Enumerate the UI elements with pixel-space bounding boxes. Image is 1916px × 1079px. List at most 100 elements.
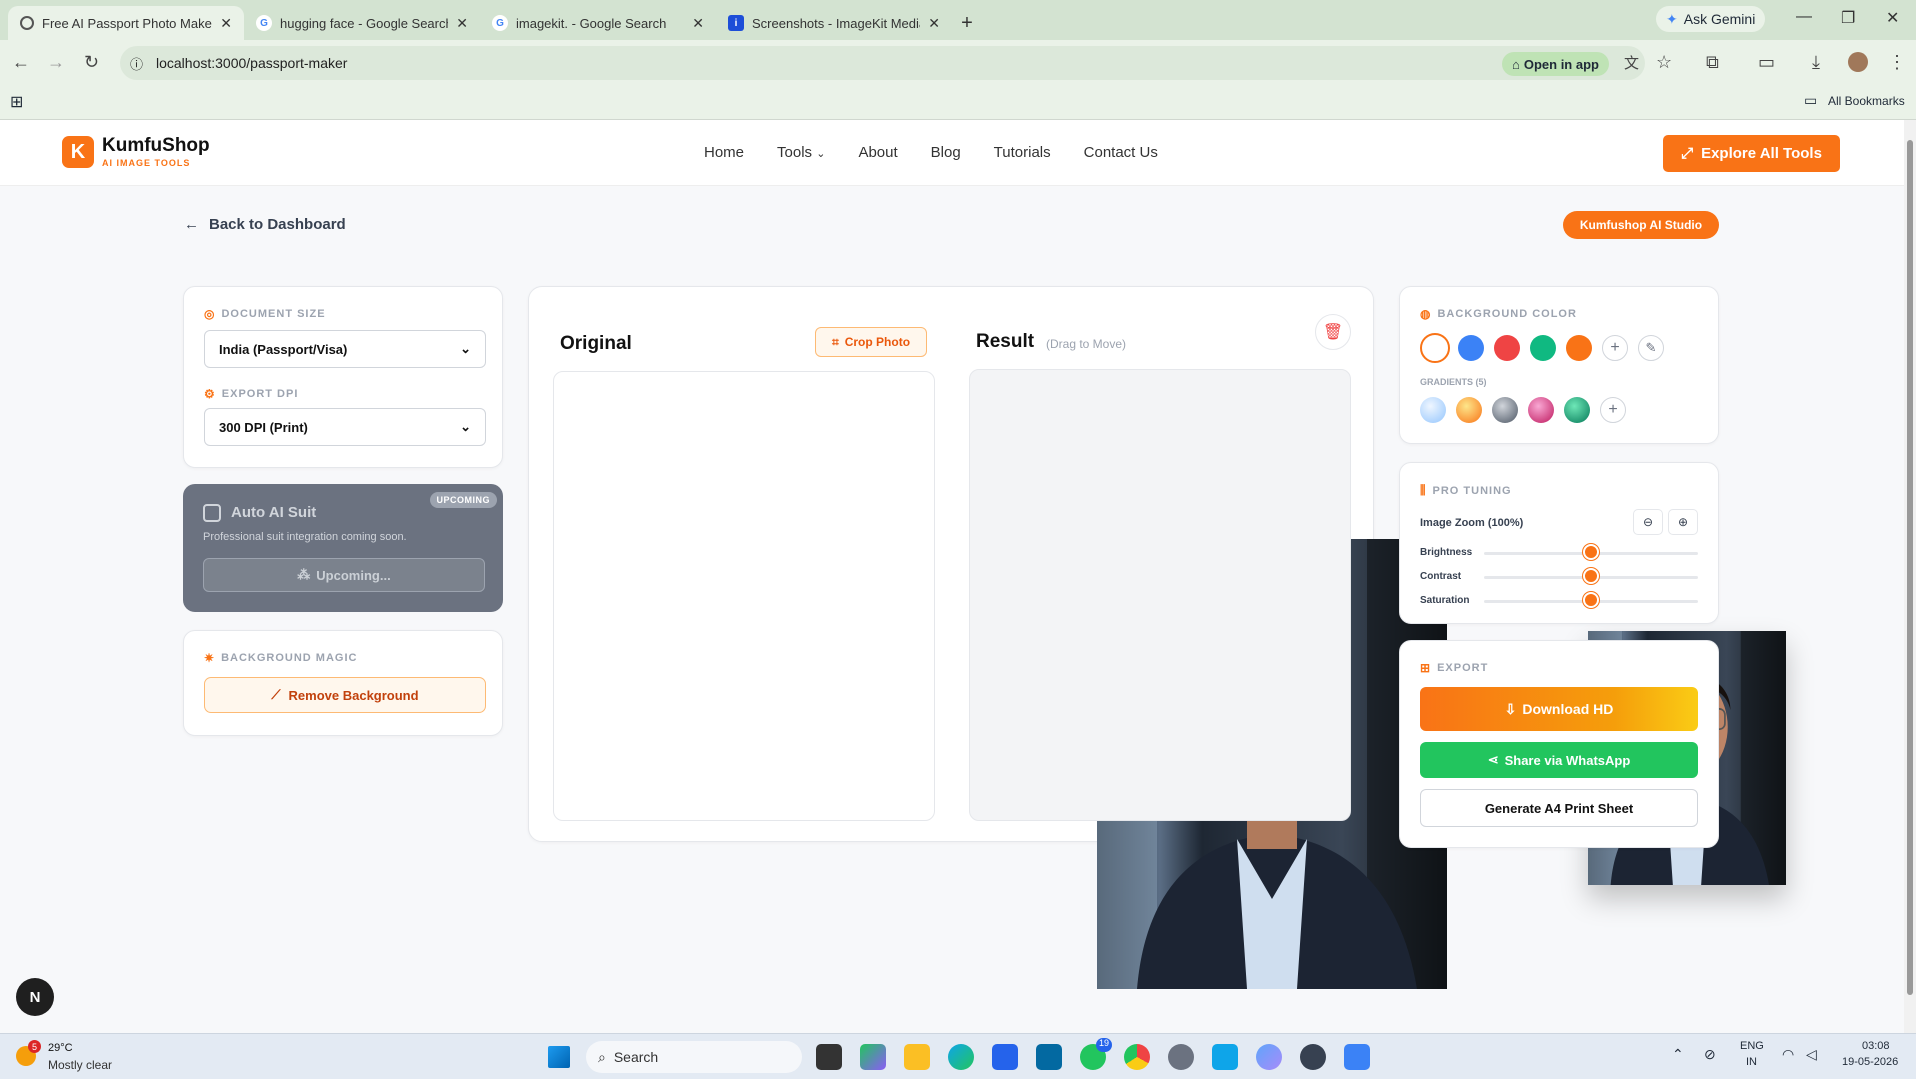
clock-time[interactable]: 03:08 xyxy=(1862,1040,1890,1052)
outlook-icon[interactable] xyxy=(1036,1044,1062,1070)
minimize-icon[interactable]: — xyxy=(1796,8,1812,26)
close-window-icon[interactable]: ✕ xyxy=(1886,8,1899,28)
gradient-blue[interactable] xyxy=(1420,397,1446,423)
saturation-label: Saturation xyxy=(1420,595,1470,606)
wifi-icon[interactable]: ◠ xyxy=(1782,1046,1794,1063)
windows-start-icon[interactable] xyxy=(548,1046,570,1068)
store-icon[interactable] xyxy=(992,1044,1018,1070)
nav-tools[interactable]: Tools ⌄ xyxy=(777,144,825,161)
site-info-icon[interactable]: ⓘ xyxy=(130,54,143,73)
color-red[interactable] xyxy=(1494,335,1520,361)
brightness-knob[interactable] xyxy=(1583,544,1599,560)
contrast-label: Contrast xyxy=(1420,571,1462,582)
wand-icon: ⁂ xyxy=(297,567,311,582)
chatgpt-icon[interactable] xyxy=(1300,1044,1326,1070)
reload-icon[interactable]: ↻ xyxy=(84,52,99,73)
tab-hugging-face[interactable]: G hugging face - Google Search ✕ xyxy=(244,6,480,40)
edge-icon[interactable] xyxy=(948,1044,974,1070)
apps-grid-icon[interactable]: ⊞ xyxy=(10,92,23,112)
add-color-button[interactable]: + xyxy=(1602,335,1628,361)
app-icon: ⌂ xyxy=(1512,56,1520,72)
magic-icon: ✷ xyxy=(204,651,216,665)
gradient-gray[interactable] xyxy=(1492,397,1518,423)
back-to-dashboard-link[interactable]: ← Back to Dashboard xyxy=(184,216,346,233)
file-explorer-icon[interactable] xyxy=(904,1044,930,1070)
crop-photo-button[interactable]: ⌗ Crop Photo xyxy=(815,327,927,357)
gradient-pink[interactable] xyxy=(1528,397,1554,423)
tab-imagekit-media[interactable]: i Screenshots - ImageKit Media L ✕ xyxy=(716,6,952,40)
all-bookmarks-link[interactable]: All Bookmarks xyxy=(1828,94,1905,108)
nav-blog[interactable]: Blog xyxy=(931,144,961,161)
bookmark-star-icon[interactable]: ☆ xyxy=(1656,52,1672,73)
zoom-out-button[interactable]: ⊖ xyxy=(1633,509,1663,535)
gradient-amber[interactable] xyxy=(1456,397,1482,423)
network-off-icon[interactable]: ⊘ xyxy=(1704,1046,1716,1063)
remove-background-button[interactable]: ⟋ Remove Background xyxy=(204,677,486,713)
download-hd-button[interactable]: ⇩ Download HD xyxy=(1420,687,1698,731)
color-green[interactable] xyxy=(1530,335,1556,361)
ask-gemini-button[interactable]: ✦ Ask Gemini xyxy=(1656,6,1766,32)
add-gradient-button[interactable]: + xyxy=(1600,397,1626,423)
tray-chevron-icon[interactable]: ⌃ xyxy=(1672,1046,1684,1063)
nav-tutorials[interactable]: Tutorials xyxy=(994,144,1051,161)
studio-badge: Kumfushop AI Studio xyxy=(1563,211,1719,239)
tab-imagekit-search[interactable]: G imagekit. - Google Search ✕ xyxy=(480,6,716,40)
paint-icon[interactable] xyxy=(1344,1044,1370,1070)
contrast-knob[interactable] xyxy=(1583,568,1599,584)
close-icon[interactable]: ✕ xyxy=(928,15,940,32)
logo[interactable]: K xyxy=(62,136,94,168)
new-tab-button[interactable]: + xyxy=(952,6,982,40)
scroll-thumb[interactable] xyxy=(1907,140,1913,995)
nav-contact[interactable]: Contact Us xyxy=(1084,144,1158,161)
explore-all-tools-button[interactable]: ⤢ Explore All Tools xyxy=(1663,135,1840,172)
url-input[interactable]: ⓘ localhost:3000/passport-maker xyxy=(120,46,1645,80)
brand-name[interactable]: KumfuShop xyxy=(102,135,210,157)
gemini-icon[interactable] xyxy=(1256,1044,1282,1070)
vscode-icon[interactable] xyxy=(1212,1044,1238,1070)
close-icon[interactable]: ✕ xyxy=(220,15,232,32)
back-icon[interactable]: ← xyxy=(12,52,30,73)
auto-ai-suit-title: Auto AI Suit xyxy=(231,504,317,521)
gradient-green[interactable] xyxy=(1564,397,1590,423)
a4-print-button[interactable]: Generate A4 Print Sheet xyxy=(1420,789,1698,827)
task-view-icon[interactable] xyxy=(816,1044,842,1070)
nav-home[interactable]: Home xyxy=(704,144,744,161)
color-white[interactable] xyxy=(1420,333,1450,363)
translate-icon[interactable]: 文 xyxy=(1624,52,1639,73)
weather-widget[interactable]: 5 29°C Mostly clear xyxy=(12,1040,132,1074)
volume-icon[interactable]: ◁ xyxy=(1806,1046,1817,1063)
tab-passport-maker[interactable]: Free AI Passport Photo Maker & ✕ xyxy=(8,6,244,40)
nav-about[interactable]: About xyxy=(858,144,897,161)
close-icon[interactable]: ✕ xyxy=(456,15,468,32)
settings-icon[interactable] xyxy=(1168,1044,1194,1070)
color-orange[interactable] xyxy=(1566,335,1592,361)
page-scrollbar[interactable] xyxy=(1904,120,1916,1033)
language-indicator[interactable]: ENG xyxy=(1740,1040,1764,1052)
saturation-knob[interactable] xyxy=(1583,592,1599,608)
close-icon[interactable]: ✕ xyxy=(692,15,704,32)
restore-icon[interactable]: ❐ xyxy=(1841,8,1855,28)
open-in-app-button[interactable]: ⌂ Open in app xyxy=(1502,52,1609,76)
extensions-icon[interactable]: ⧉ xyxy=(1706,52,1719,73)
sidebar-icon[interactable]: ▭ xyxy=(1758,52,1775,73)
arrow-left-icon: ← xyxy=(184,216,199,233)
chrome-icon[interactable] xyxy=(1124,1044,1150,1070)
taskbar-search[interactable]: ⌕ Search xyxy=(586,1041,802,1073)
pro-tuning-heading: ⫼ PRO TUNING xyxy=(1420,483,1512,497)
download-icon[interactable]: ⤓ xyxy=(1812,52,1820,73)
profile-avatar[interactable] xyxy=(1848,52,1868,72)
delete-button[interactable]: 🗑 xyxy=(1315,314,1351,350)
globe-icon xyxy=(20,16,34,30)
copilot-icon[interactable] xyxy=(860,1044,886,1070)
export-dpi-select[interactable]: 300 DPI (Print) ⌄ xyxy=(204,408,486,446)
next-dev-badge[interactable]: N xyxy=(16,978,54,1016)
editor-card: Original ⌗ Crop Photo Result (Drag to Mo… xyxy=(528,286,1786,989)
document-size-select[interactable]: India (Passport/Visa) ⌄ xyxy=(204,330,486,368)
share-whatsapp-button[interactable]: ⋖ Share via WhatsApp xyxy=(1420,742,1698,778)
forward-icon[interactable]: → xyxy=(47,52,65,73)
result-canvas xyxy=(969,369,1351,821)
eyedropper-icon[interactable]: ✎ xyxy=(1638,335,1664,361)
color-blue[interactable] xyxy=(1458,335,1484,361)
menu-icon[interactable]: ⋮ xyxy=(1888,52,1906,73)
zoom-in-button[interactable]: ⊕ xyxy=(1668,509,1698,535)
